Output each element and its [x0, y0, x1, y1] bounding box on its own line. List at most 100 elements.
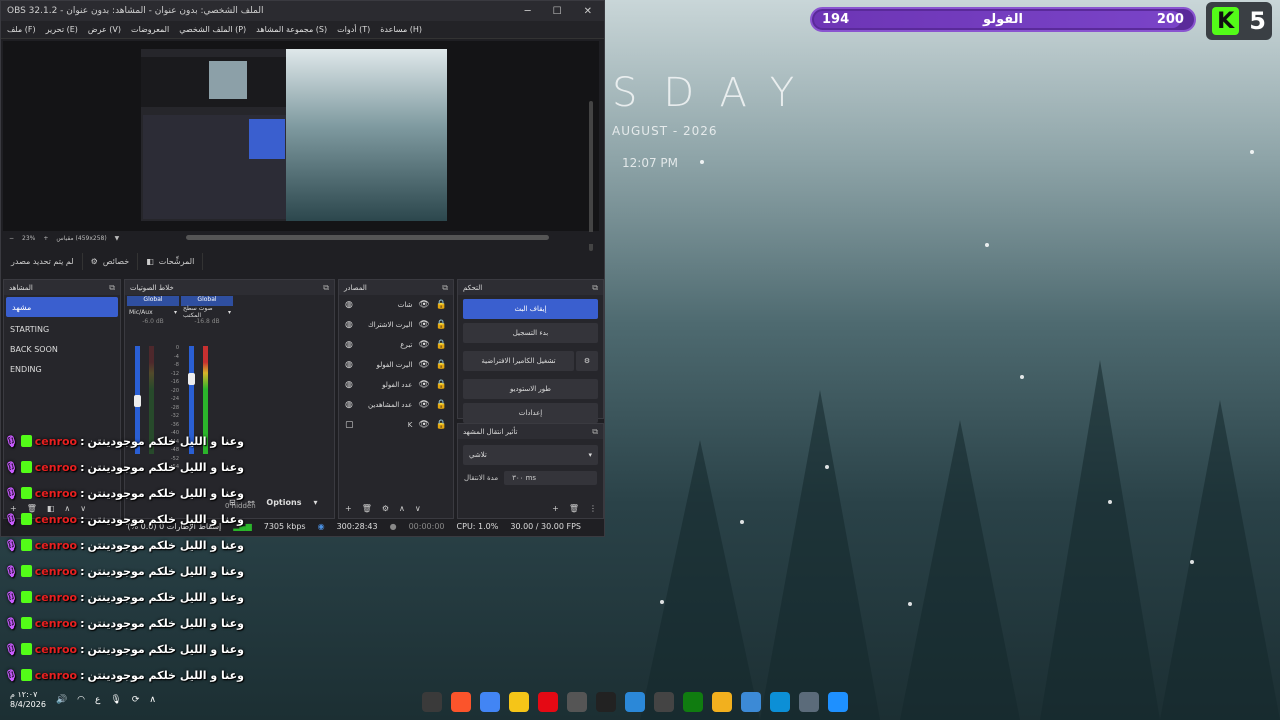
scene-item[interactable]: STARTING	[4, 319, 120, 339]
mic-icon[interactable]: 🎙	[110, 695, 121, 705]
lock-icon[interactable]: 🔒	[436, 400, 447, 410]
discord-icon[interactable]	[509, 692, 529, 712]
minimize-icon[interactable]: ─	[525, 6, 531, 17]
duration-input[interactable]: ٣٠٠ ms	[504, 471, 597, 485]
undock-icon[interactable]: ⧉	[442, 283, 448, 293]
scene-item[interactable]: مشهد	[6, 297, 118, 317]
eye-icon[interactable]: 👁	[418, 400, 429, 410]
preview-hscrollbar[interactable]	[186, 235, 549, 240]
eye-icon[interactable]: 👁	[418, 360, 429, 370]
source-item[interactable]: ◍ تبرع 👁 🔒	[339, 335, 453, 355]
brave-icon[interactable]	[451, 692, 471, 712]
chrome-icon[interactable]	[480, 692, 500, 712]
netflix-icon[interactable]	[538, 692, 558, 712]
source-item[interactable]: ◍ اليرت الفولو 👁 🔒	[339, 355, 453, 375]
lock-icon[interactable]: 🔒	[436, 380, 447, 390]
properties-button[interactable]: ⚙ خصائص	[83, 252, 139, 270]
add-transition-icon[interactable]: +	[552, 504, 559, 513]
source-item[interactable]: ◍ اليرت الاشتراك 👁 🔒	[339, 315, 453, 335]
menu-file[interactable]: ملف (F)	[7, 25, 36, 34]
virtual-cam-settings-icon[interactable]: ⚙	[576, 351, 598, 371]
db-tick: -32	[170, 413, 179, 419]
search-icon[interactable]	[596, 692, 616, 712]
options-button[interactable]: Options	[266, 498, 301, 507]
menu-docks[interactable]: المعروضات	[131, 25, 169, 34]
settings-icon[interactable]	[799, 692, 819, 712]
menu-edit[interactable]: تحرير (E)	[46, 25, 78, 34]
folder-icon[interactable]	[712, 692, 732, 712]
source-item[interactable]: ▢ K 👁 🔒	[339, 415, 453, 435]
eye-icon[interactable]: 👁	[418, 300, 429, 310]
chevron-down-icon[interactable]: ▾	[313, 498, 317, 507]
preview-area[interactable]	[3, 41, 599, 251]
virtual-camera-button[interactable]: تشغيل الكاميرا الافتراضية	[463, 351, 574, 371]
menu-view[interactable]: عرض (V)	[88, 25, 121, 34]
undock-icon[interactable]: ⧉	[323, 283, 329, 293]
volume-fader[interactable]	[134, 394, 141, 407]
dropdown-icon[interactable]: ▾	[174, 309, 177, 316]
lock-icon[interactable]: 🔒	[436, 420, 447, 430]
transition-select[interactable]: تلاشي ▾	[463, 445, 598, 465]
move-up-icon[interactable]: ∧	[399, 504, 405, 513]
volume-fader[interactable]	[188, 373, 195, 385]
lock-icon[interactable]: 🔒	[436, 320, 447, 330]
lock-icon[interactable]: 🔒	[436, 300, 447, 310]
undock-icon[interactable]: ⧉	[592, 427, 598, 437]
eye-icon[interactable]: 👁	[418, 320, 429, 330]
remove-source-icon[interactable]: 🗑	[362, 504, 372, 513]
mic-icon: 🎙	[4, 434, 18, 448]
edge-icon[interactable]	[770, 692, 790, 712]
obs-icon[interactable]	[422, 692, 442, 712]
source-item[interactable]: ◍ عدد المشاهدين 👁 🔒	[339, 395, 453, 415]
channel-name-row[interactable]: Mic/Aux ▾	[127, 306, 179, 318]
menu-tools[interactable]: أدوات (T)	[337, 25, 370, 34]
move-down-icon[interactable]: ∨	[415, 504, 421, 513]
studio-mode-button[interactable]: طور الاستوديو	[463, 379, 598, 399]
language-indicator[interactable]: ع	[95, 695, 100, 705]
app-icon[interactable]	[567, 692, 587, 712]
add-source-icon[interactable]: +	[345, 504, 352, 513]
scene-item[interactable]: ENDING	[4, 359, 120, 379]
remove-transition-icon[interactable]: 🗑	[569, 504, 579, 513]
undock-icon[interactable]: ⧉	[592, 283, 598, 293]
tray-clock[interactable]: ١٢:٠٧ م 8/4/2026	[10, 690, 46, 710]
lock-icon[interactable]: 🔒	[436, 360, 447, 370]
preview-canvas[interactable]	[141, 49, 447, 221]
eye-icon[interactable]: 👁	[418, 380, 429, 390]
chevron-up-icon[interactable]: ∧	[149, 695, 156, 705]
zoom-dropdown-icon[interactable]: ▼	[115, 235, 120, 242]
start-record-button[interactable]: بدء التسجيل	[463, 323, 598, 343]
zoom-in-button[interactable]: +	[43, 235, 48, 242]
source-settings-icon[interactable]: ⚙	[382, 504, 389, 513]
sync-icon[interactable]: ⟳	[132, 695, 140, 705]
settings-button[interactable]: إعدادات	[463, 403, 598, 423]
preview-scrollbar[interactable]	[589, 101, 593, 251]
eye-icon[interactable]: 👁	[418, 340, 429, 350]
scene-item[interactable]: BACK SOON	[4, 339, 120, 359]
mic-icon[interactable]	[654, 692, 674, 712]
store-icon[interactable]	[741, 692, 761, 712]
xbox-icon[interactable]	[683, 692, 703, 712]
link-icon[interactable]: ⚯	[248, 498, 255, 507]
wifi-icon[interactable]: ◠	[77, 695, 85, 705]
source-item[interactable]: ◍ عدد الفولو 👁 🔒	[339, 375, 453, 395]
channel-name-row[interactable]: صوت سطح المكتب ▾	[181, 305, 233, 319]
lock-icon[interactable]: 🔒	[436, 340, 447, 350]
windows-icon[interactable]	[828, 692, 848, 712]
more-icon[interactable]: ⋮	[589, 504, 597, 513]
dropdown-icon[interactable]: ▾	[228, 309, 231, 316]
stop-stream-button[interactable]: إيقاف البث	[463, 299, 598, 319]
undock-icon[interactable]: ⧉	[109, 283, 115, 293]
zoom-out-button[interactable]: −	[9, 235, 14, 242]
maximize-icon[interactable]: ☐	[553, 6, 562, 17]
source-item[interactable]: ◍ شات 👁 🔒	[339, 295, 453, 315]
mail-icon[interactable]	[625, 692, 645, 712]
menu-help[interactable]: مساعدة (H)	[380, 25, 422, 34]
menu-profile[interactable]: الملف الشخصي (P)	[179, 25, 246, 34]
filters-button[interactable]: ◧ المرشِّحات	[138, 252, 204, 270]
close-icon[interactable]: ✕	[584, 6, 592, 17]
menu-scene-collection[interactable]: مجموعة المشاهد (S)	[256, 25, 327, 34]
eye-icon[interactable]: 👁	[418, 420, 429, 430]
volume-icon[interactable]: 🔊	[56, 695, 67, 705]
chat-message: 🎙 cenroo: وعنا و الليل خلكم موجودينتن	[4, 532, 244, 558]
